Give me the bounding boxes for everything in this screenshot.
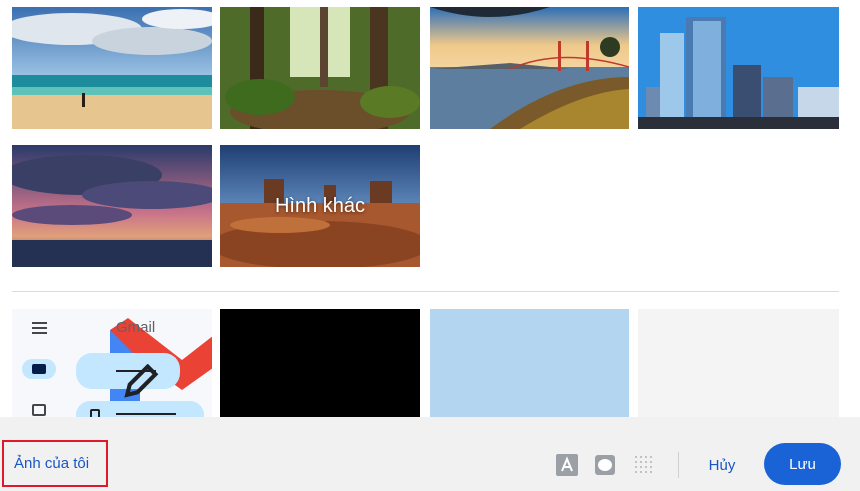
more-themes-label: Hình khác: [274, 194, 366, 217]
inbox-icon: [90, 409, 100, 417]
gmail-preview-inbox: [76, 401, 204, 417]
gmail-preview-rail: [12, 309, 68, 417]
chat-icon: [32, 404, 46, 416]
vignette-icon[interactable]: [633, 454, 655, 476]
cancel-button[interactable]: Hủy: [700, 452, 744, 478]
border-icon[interactable]: [594, 454, 616, 476]
theme-gmail-default-thumbnail[interactable]: Gmail: [12, 309, 212, 417]
my-photos-link[interactable]: Ảnh của tôi: [2, 440, 108, 487]
theme-light-grey-swatch[interactable]: [638, 309, 839, 417]
theme-city-skyline-thumbnail[interactable]: [638, 7, 839, 129]
theme-black-swatch[interactable]: [220, 309, 420, 417]
theme-golden-gate-thumbnail[interactable]: [430, 7, 629, 129]
placeholder-line: [116, 413, 176, 415]
theme-picker: Hình khác Gmail Ảnh của tôi Hủy Lưu: [0, 0, 860, 491]
more-themes-tile[interactable]: Hình khác: [220, 145, 420, 267]
theme-forest-thumbnail[interactable]: [220, 7, 420, 129]
gmail-preview-compose: [76, 353, 180, 398]
mail-icon: [22, 359, 56, 379]
theme-stormy-sunset-thumbnail[interactable]: [12, 145, 212, 267]
save-button[interactable]: Lưu: [764, 443, 841, 485]
theme-light-blue-swatch[interactable]: [430, 309, 629, 417]
placeholder-line: [116, 370, 156, 372]
menu-icon: [32, 322, 47, 337]
theme-beach-thumbnail[interactable]: [12, 7, 212, 129]
footer-separator: [678, 452, 679, 478]
gmail-brand-label: Gmail: [116, 319, 156, 336]
text-background-icon[interactable]: [556, 454, 578, 476]
section-divider: [12, 291, 839, 292]
